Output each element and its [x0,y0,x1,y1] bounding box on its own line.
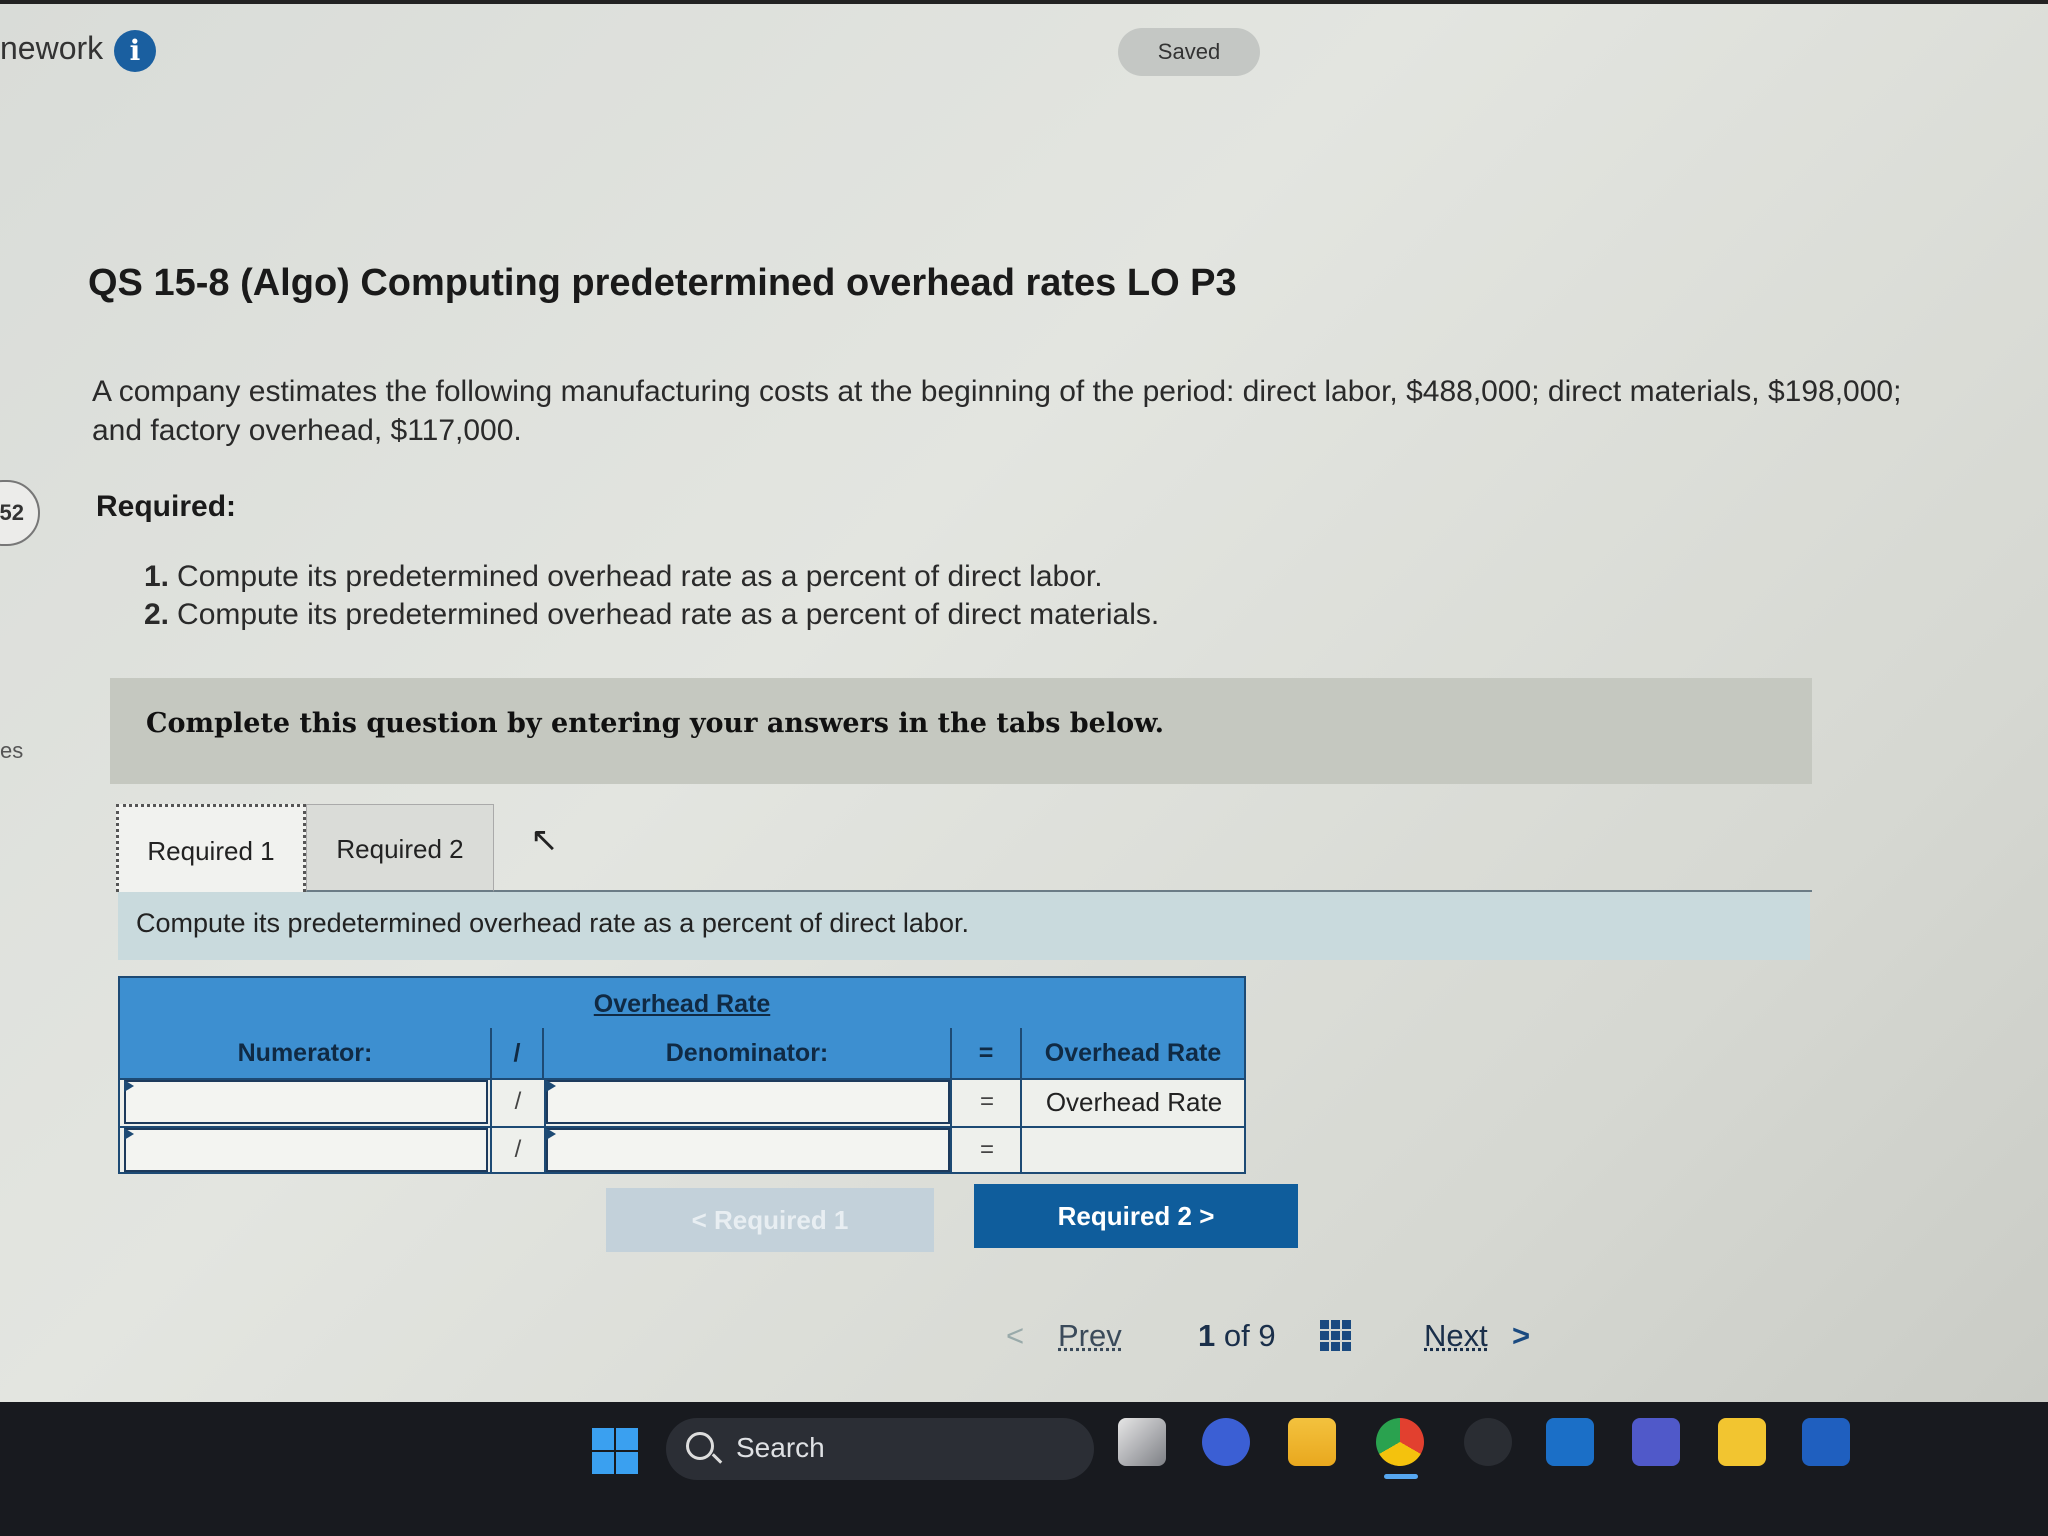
top-edge [0,0,2048,4]
grid-line [950,1078,952,1174]
numerator-input[interactable] [124,1080,488,1124]
requirements-list: 1. Compute its predetermined overhead rat… [144,558,1159,634]
saved-status-badge: Saved [1118,28,1260,76]
grid-line [544,1078,546,1174]
grid-line [1020,1078,1022,1174]
chrome-icon[interactable] [1376,1418,1424,1466]
page-counter: 1 of 9 [1198,1318,1276,1353]
instructions-text: Complete this question by entering your … [146,708,1165,739]
info-icon[interactable]: i [114,30,156,72]
tab-required-1[interactable]: Required 1 [116,804,306,892]
taskbar-search[interactable] [666,1418,1094,1480]
question-title: QS 15-8 (Algo) Computing predetermined o… [88,262,1237,304]
question-text: A company estimates the following manufa… [92,375,1902,447]
equals-symbol: = [979,1088,994,1115]
requirement-item: 1. Compute its predetermined overhead rat… [144,560,1103,593]
table-row: / = [120,1126,1244,1174]
result-value [1024,1126,1244,1174]
grid-menu-icon[interactable] [1320,1320,1352,1352]
sidebar-label: es [0,738,24,763]
next-link[interactable]: Next [1424,1318,1488,1366]
requirement-item: 2. Compute its predetermined overhead rat… [144,598,1160,631]
divide-header: / [492,1028,544,1078]
grid-header-row: Numerator: / Denominator: = Overhead Rat… [120,1028,1244,1078]
divide-symbol: / [514,1088,522,1115]
taskbar-search-label: Search [736,1432,825,1463]
equals-header: = [952,1028,1022,1078]
required-heading: Required: [96,490,237,523]
grid-line [490,1078,492,1174]
instructions-bar: Complete this question by entering your … [110,678,1812,784]
word-icon[interactable] [1802,1418,1850,1466]
tab-required-2[interactable]: Required 2 [306,804,494,892]
tab-bar: Required 1 Required 2 [116,804,1812,892]
windows-start-icon[interactable] [592,1428,638,1474]
question-number-badge[interactable]: 52 [0,480,40,546]
equals-symbol: = [979,1136,994,1163]
meet-icon[interactable] [1202,1418,1250,1466]
result-header: Overhead Rate [1044,1039,1222,1067]
chevron-left-icon[interactable]: < [1006,1318,1024,1366]
tab-prompt: Compute its predetermined overhead rate … [118,892,1810,960]
denominator-input[interactable] [546,1080,950,1124]
denominator-input[interactable] [546,1128,950,1172]
denominator-header: Denominator: [544,1028,952,1078]
chevron-right-icon[interactable]: > [1512,1318,1530,1366]
search-icon [686,1432,714,1460]
outlook-icon[interactable] [1546,1418,1594,1466]
mouse-cursor-icon: ↖ [530,821,559,859]
app-title: nework [0,30,104,66]
cloud-icon[interactable] [1464,1418,1512,1466]
task-view-icon[interactable] [1118,1418,1166,1466]
file-explorer-icon[interactable] [1288,1418,1336,1466]
previous-required-button[interactable]: < Required 1 [606,1188,934,1252]
prev-link[interactable]: Prev [1058,1318,1122,1366]
result-label: Overhead Rate [1045,1087,1223,1117]
next-required-button[interactable]: Required 2 > [974,1184,1298,1248]
divide-symbol: / [514,1136,522,1163]
numerator-input[interactable] [124,1128,488,1172]
table-row: / = Overhead Rate [120,1078,1244,1126]
grid-title: Overhead Rate [120,978,1244,1028]
teams-icon[interactable] [1632,1418,1680,1466]
active-app-indicator [1384,1474,1418,1479]
sticky-notes-icon[interactable] [1718,1418,1766,1466]
numerator-header: Numerator: [120,1028,492,1078]
overhead-rate-grid: Overhead Rate Numerator: / Denominator: … [118,976,1246,1174]
